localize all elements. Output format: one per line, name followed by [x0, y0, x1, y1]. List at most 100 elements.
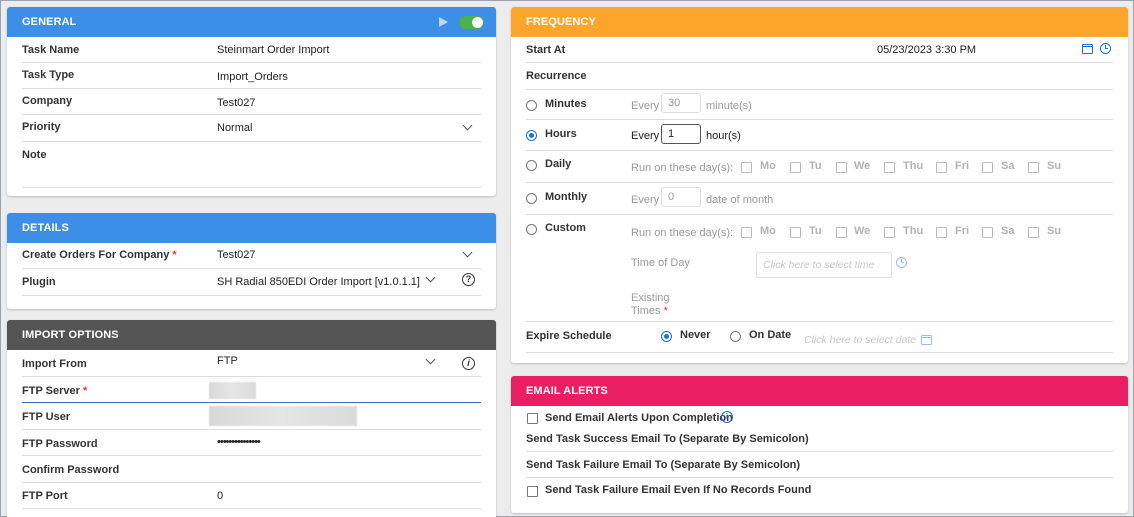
- priority-row[interactable]: Priority Normal: [22, 115, 481, 142]
- completion-alerts-checkbox[interactable]: [527, 413, 538, 424]
- play-icon[interactable]: [439, 17, 448, 27]
- toggle-knob: [472, 17, 483, 28]
- custom-tu-checkbox[interactable]: [790, 227, 801, 238]
- monthly-every-label: Every: [631, 194, 660, 206]
- custom-fri-checkbox[interactable]: [936, 227, 947, 238]
- ftp-password-input[interactable]: •••••••••••••••: [217, 436, 261, 448]
- start-at-label: Start At: [526, 44, 566, 56]
- task-name-value[interactable]: Steinmart Order Import: [217, 44, 329, 56]
- custom-mo-checkbox[interactable]: [741, 227, 752, 238]
- custom-we-label: We: [854, 225, 871, 237]
- start-at-row: Start At 05/23/2023 3:30 PM: [526, 37, 1113, 63]
- plugin-label: Plugin: [22, 276, 56, 288]
- ftp-user-label: FTP User: [22, 411, 71, 423]
- import-options-header: IMPORT OPTIONS: [7, 320, 496, 350]
- custom-sa-checkbox[interactable]: [982, 227, 993, 238]
- hours-every-label: Every: [631, 130, 660, 142]
- frequency-panel: FREQUENCY Start At 05/23/2023 3:30 PM Re…: [511, 7, 1128, 363]
- expire-schedule-label: Expire Schedule: [526, 330, 612, 342]
- task-type-value[interactable]: Import_Orders: [217, 71, 288, 83]
- daily-run-on-label: Run on these day(s):: [631, 162, 734, 174]
- daily-fri-checkbox[interactable]: [936, 162, 947, 173]
- ftp-server-input[interactable]: [209, 382, 256, 399]
- info-icon[interactable]: i: [721, 411, 733, 423]
- minutes-radio[interactable]: [526, 100, 537, 111]
- failure-no-records-checkbox[interactable]: [527, 486, 538, 497]
- plugin-value[interactable]: SH Radial 850EDI Order Import [v1.0.1.1]: [217, 276, 420, 288]
- custom-su-checkbox[interactable]: [1028, 227, 1039, 238]
- daily-radio[interactable]: [526, 160, 537, 171]
- minutes-every-label: Every: [631, 100, 660, 112]
- custom-sa-label: Sa: [1001, 225, 1015, 237]
- clock-icon[interactable]: [1100, 43, 1111, 54]
- create-orders-company-row[interactable]: Create Orders For Company * Test027: [22, 243, 481, 269]
- recurrence-label: Recurrence: [526, 70, 587, 82]
- on-date-radio[interactable]: [730, 331, 741, 342]
- daily-su-checkbox[interactable]: [1028, 162, 1039, 173]
- minutes-input[interactable]: 30: [661, 93, 701, 113]
- chevron-down-icon[interactable]: [425, 272, 436, 283]
- start-at-value[interactable]: 05/23/2023 3:30 PM: [877, 44, 976, 56]
- daily-mo-checkbox[interactable]: [741, 162, 752, 173]
- failure-email-label: Send Task Failure Email To (Separate By …: [526, 459, 801, 471]
- help-icon[interactable]: ?: [462, 273, 475, 286]
- daily-we-checkbox[interactable]: [836, 162, 847, 173]
- chevron-down-icon[interactable]: [425, 354, 436, 365]
- create-orders-company-label: Create Orders For Company *: [22, 249, 177, 261]
- ftp-port-input[interactable]: 0: [217, 490, 223, 502]
- clock-icon[interactable]: [896, 257, 907, 268]
- task-type-label: Task Type: [22, 69, 75, 81]
- custom-we-checkbox[interactable]: [836, 227, 847, 238]
- ftp-port-row: FTP Port 0: [22, 483, 481, 509]
- daily-fri-label: Fri: [955, 160, 970, 172]
- ftp-password-row: FTP Password •••••••••••••••: [22, 430, 481, 456]
- import-options-title: IMPORT OPTIONS: [22, 329, 119, 341]
- hours-radio[interactable]: [526, 130, 537, 141]
- hours-input[interactable]: 1: [661, 124, 701, 144]
- create-orders-company-value[interactable]: Test027: [217, 249, 256, 261]
- custom-thu-checkbox[interactable]: [884, 227, 895, 238]
- company-value[interactable]: Test027: [217, 97, 256, 109]
- import-from-row[interactable]: Import From FTP i: [22, 350, 481, 377]
- success-email-label: Send Task Success Email To (Separate By …: [526, 433, 809, 445]
- failure-no-records-label: Send Task Failure Email Even If No Recor…: [545, 484, 812, 496]
- monthly-unit-label: date of month: [706, 194, 774, 206]
- never-radio[interactable]: [661, 331, 672, 342]
- ftp-password-label: FTP Password: [22, 438, 98, 450]
- frequency-title: FREQUENCY: [526, 16, 596, 28]
- calendar-icon[interactable]: [921, 335, 932, 345]
- time-of-day-label: Time of Day: [631, 257, 690, 269]
- expire-schedule-row: Expire Schedule Never On Date Click here…: [526, 322, 1113, 353]
- plugin-row[interactable]: Plugin SH Radial 850EDI Order Import [v1…: [22, 269, 481, 296]
- chevron-down-icon[interactable]: [462, 247, 473, 258]
- daily-tu-checkbox[interactable]: [790, 162, 801, 173]
- daily-thu-checkbox[interactable]: [884, 162, 895, 173]
- recurrence-row: Recurrence: [526, 63, 1113, 90]
- daily-sa-label: Sa: [1001, 160, 1015, 172]
- import-from-label: Import From: [22, 358, 87, 370]
- daily-sa-checkbox[interactable]: [982, 162, 993, 173]
- completion-alerts-label: Send Email Alerts Upon Completion: [545, 412, 733, 424]
- chevron-down-icon[interactable]: [462, 120, 473, 131]
- monthly-input[interactable]: 0: [661, 187, 701, 207]
- failure-email-row: Send Task Failure Email To (Separate By …: [526, 452, 1113, 478]
- expire-date-input[interactable]: Click here to select date: [804, 334, 916, 346]
- info-icon[interactable]: i: [462, 357, 475, 370]
- custom-radio[interactable]: [526, 224, 537, 235]
- minutes-row: Minutes Every 30 minute(s): [526, 90, 1113, 120]
- minutes-unit-label: minute(s): [706, 100, 752, 112]
- custom-mo-label: Mo: [760, 225, 776, 237]
- enabled-toggle[interactable]: [459, 16, 484, 29]
- hours-unit-label: hour(s): [706, 130, 741, 142]
- note-label: Note: [22, 149, 47, 161]
- priority-label: Priority: [22, 121, 61, 133]
- details-header: DETAILS: [7, 213, 496, 243]
- import-from-value[interactable]: FTP: [217, 355, 238, 367]
- monthly-row: Monthly Every 0 date of month: [526, 183, 1113, 215]
- time-of-day-input[interactable]: Click here to select time: [756, 252, 892, 278]
- existing-times-label-line2: Times *: [631, 305, 668, 317]
- priority-value[interactable]: Normal: [217, 122, 252, 134]
- monthly-radio[interactable]: [526, 193, 537, 204]
- ftp-user-input[interactable]: [209, 406, 357, 426]
- calendar-icon[interactable]: [1082, 44, 1093, 54]
